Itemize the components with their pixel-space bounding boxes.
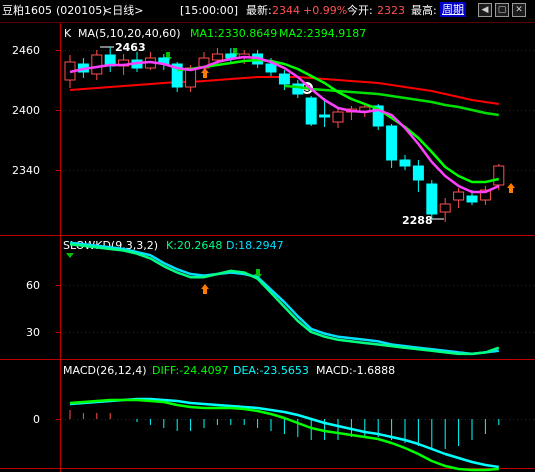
prev-icon[interactable]: ◀ (478, 3, 492, 17)
candle-body (412, 165, 424, 181)
macd-name: MACD(26,12,4) (63, 364, 147, 377)
open-price: 2323 (377, 4, 405, 17)
price-tick-label: 2400 (12, 104, 40, 117)
latest-price: 2344 (272, 4, 300, 17)
candle-body (91, 54, 103, 75)
close-icon[interactable]: ✕ (512, 3, 526, 17)
kd-d-legend: D:18.2947 (226, 239, 284, 252)
candle-body (278, 73, 290, 85)
candle-body (305, 97, 317, 125)
price-tick-label: 2460 (12, 44, 40, 57)
macd-value-legend: MACD:-1.6888 (316, 364, 395, 377)
ma1-legend: MA1:2330.8649 (190, 27, 277, 40)
period-label: <日线> (103, 4, 144, 17)
candle-body (426, 183, 438, 215)
price-tick-label: 2340 (12, 164, 40, 177)
ma2-legend: MA2:2394.9187 (279, 27, 366, 40)
macd-dif-legend: DIFF:-24.4097 (152, 364, 229, 377)
time-label: [15:00:00] (180, 4, 238, 17)
change-percent: +0.99% (303, 4, 348, 17)
restore-icon[interactable]: ▢ (495, 3, 509, 17)
high-price-label: 2463 (115, 41, 146, 54)
candle-body (466, 195, 478, 203)
kd-k-legend: K:20.2648 (166, 239, 222, 252)
symbol-code: (020105) (56, 4, 107, 17)
title-bar: 豆粕1605 (020105) <日线> [15:00:00] 最新: 2344… (0, 0, 535, 23)
price-indicator-name: K (64, 27, 72, 40)
low-price-label: 2288 (402, 214, 433, 227)
period-link[interactable]: 周期 (440, 2, 466, 17)
latest-label: 最新: (246, 4, 272, 17)
symbol-name: 豆粕1605 (2, 4, 52, 17)
candle-body (453, 191, 465, 201)
candle-body (399, 159, 411, 167)
candle-body (493, 165, 505, 186)
kd-tick-label: 60 (26, 279, 40, 292)
candle-body (386, 125, 398, 161)
candle-body (265, 63, 277, 73)
ma-name: MA(5,10,20,40,60) (78, 27, 181, 40)
macd-tick-label: 0 (33, 413, 40, 426)
high-label: 最高: (411, 4, 437, 17)
open-label: 今开: (347, 4, 373, 17)
kd-tick-label: 30 (26, 326, 40, 339)
candle-body (332, 111, 344, 123)
candle-body (319, 114, 331, 118)
candle-body (211, 53, 223, 61)
chart-area: 2460 2400 2340 60 30 0 K MA(5,10,20,40,6… (0, 23, 535, 472)
macd-dea-legend: DEA:-23.5653 (233, 364, 309, 377)
candle-body (439, 203, 451, 213)
